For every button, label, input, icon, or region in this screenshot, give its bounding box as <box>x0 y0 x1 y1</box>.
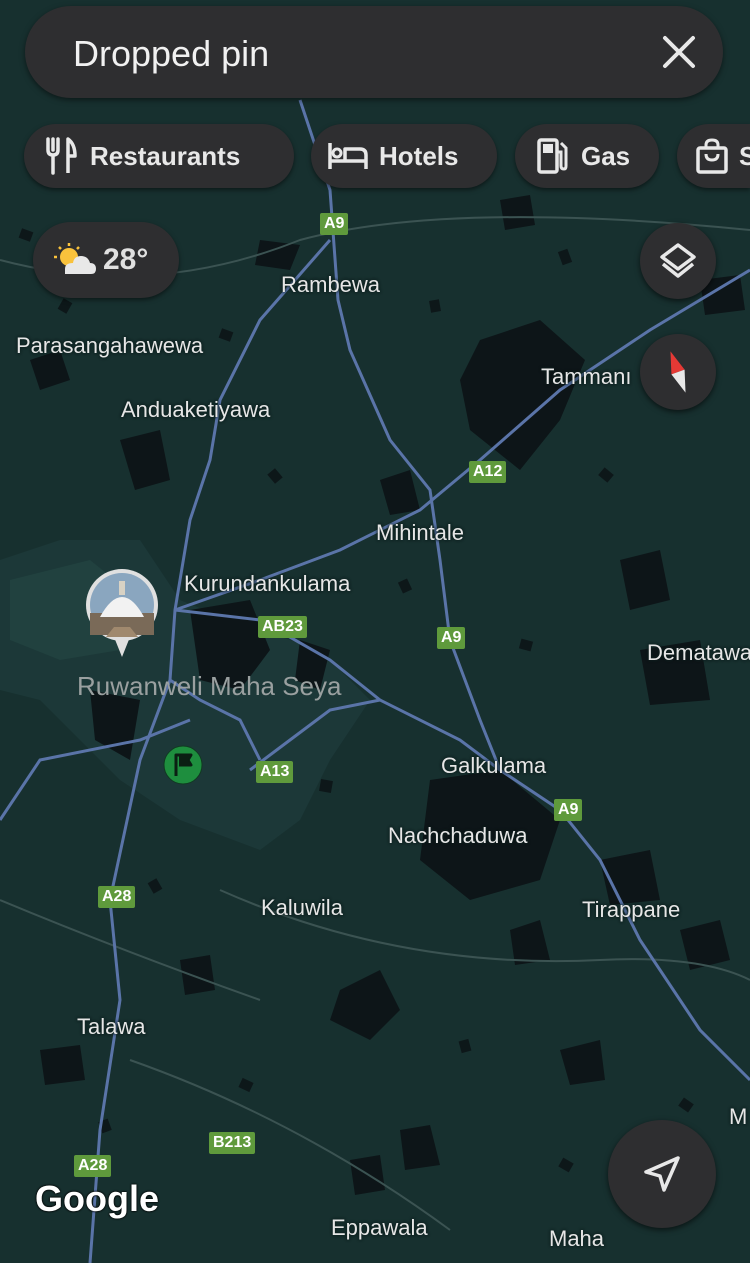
search-input[interactable]: Dropped pin <box>73 34 269 74</box>
chip-label: Gas <box>581 140 631 171</box>
google-logo: Google <box>35 1178 159 1219</box>
poi-marker[interactable] <box>84 569 160 659</box>
place-label: Dematawa <box>647 640 750 665</box>
place-label: Nachchaduwa <box>388 823 528 848</box>
road-shield: A9 <box>554 799 583 821</box>
road-shield: B213 <box>209 1132 256 1154</box>
poi-label[interactable]: Ruwanweli Maha Seya <box>77 671 341 702</box>
place-label: Tirappane <box>582 897 681 922</box>
chip-restaurants[interactable]: Restaurants <box>24 124 294 188</box>
layers-icon <box>660 243 696 278</box>
compass-icon <box>670 351 686 393</box>
road-shield: A9 <box>320 213 349 235</box>
search-bar[interactable]: Dropped pin <box>25 6 723 98</box>
close-icon[interactable] <box>657 30 701 74</box>
hotel-icon <box>328 143 368 169</box>
place-label: Galkulama <box>441 753 547 778</box>
dropped-pin[interactable] <box>163 745 203 785</box>
road-shield: A13 <box>256 761 294 783</box>
chip-label: Hotels <box>379 140 459 171</box>
stupa-photo-icon <box>86 569 158 657</box>
chip-shopping[interactable]: S <box>677 124 750 188</box>
road-shield: A28 <box>74 1155 112 1177</box>
my-location-button[interactable] <box>608 1120 716 1228</box>
place-label: Kurundankulama <box>184 571 351 596</box>
place-label: Rambewa <box>281 272 381 297</box>
chip-label: Restaurants <box>90 140 241 171</box>
road-shield: A12 <box>469 461 507 483</box>
place-label: M <box>729 1104 748 1129</box>
chip-gas[interactable]: Gas <box>515 124 659 188</box>
shopping-bag-icon <box>696 138 728 174</box>
compass-button[interactable] <box>640 334 716 410</box>
road-shield: A28 <box>98 886 136 908</box>
place-label: Talawa <box>77 1014 146 1039</box>
flag-icon <box>163 745 203 785</box>
partly-cloudy-icon <box>54 243 96 274</box>
chip-label: S <box>739 140 750 171</box>
layers-button[interactable] <box>640 223 716 299</box>
navigation-arrow-icon <box>644 1156 680 1192</box>
place-label: Kaluwila <box>261 895 343 920</box>
weather-temperature: 28° <box>103 243 149 276</box>
place-label: Eppawala <box>331 1215 428 1240</box>
place-label: Tammanı <box>541 364 632 389</box>
chip-hotels[interactable]: Hotels <box>311 124 497 188</box>
place-label: Parasangahawewa <box>16 333 204 358</box>
restaurant-icon <box>46 137 77 175</box>
road-shield: AB23 <box>258 616 307 638</box>
gas-station-icon <box>537 138 568 174</box>
place-label: Anduaketiyawa <box>121 397 271 422</box>
place-label: Maha <box>549 1226 605 1251</box>
road-shield: A9 <box>437 627 466 649</box>
weather-badge[interactable]: 28° <box>33 222 179 298</box>
place-label: Mihintale <box>376 520 465 545</box>
